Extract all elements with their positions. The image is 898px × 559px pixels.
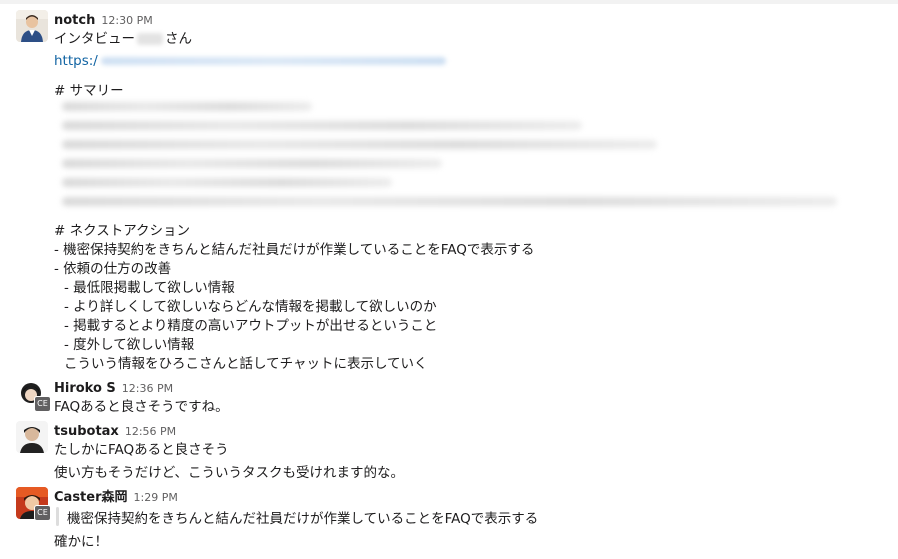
message-line: こういう情報をひろこさんと話してチャットに表示していく: [64, 356, 428, 372]
text-segment: インタビュー: [54, 31, 135, 47]
quote-bar: [56, 507, 59, 526]
timestamp[interactable]: 12:56 PM: [125, 425, 176, 438]
author-name[interactable]: tsubotax: [54, 424, 119, 439]
author-name[interactable]: Caster森岡: [54, 490, 128, 505]
message-line: 使い方もそうだけど、こういうタスクも受けれます的な。: [54, 465, 405, 481]
message-line: インタビュー さん: [54, 27, 192, 47]
redacted-summary-line: [62, 159, 442, 168]
quoted-text: 機密保持契約をきちんと結んだ社員だけが作業していることをFAQで表示する: [67, 511, 539, 527]
summary-heading: # サマリー: [54, 83, 124, 99]
timestamp[interactable]: 12:30 PM: [101, 14, 152, 27]
author-name[interactable]: notch: [54, 13, 95, 28]
redacted-summary-line: [62, 121, 582, 130]
timestamp[interactable]: 12:36 PM: [122, 382, 173, 395]
message-line: - 掲載するとより精度の高いアウトプットが出せるということ: [64, 318, 438, 334]
redacted-name: [137, 33, 163, 45]
next-action-heading: # ネクストアクション: [54, 223, 191, 239]
author-name[interactable]: Hiroko S: [54, 381, 116, 396]
message-line: - 機密保持契約をきちんと結んだ社員だけが作業していることをFAQで表示する: [54, 242, 535, 258]
redacted-summary-line: [62, 102, 312, 111]
badge-ce: CE: [34, 505, 51, 521]
message-line: - 度外して欲しい情報: [64, 337, 195, 353]
timestamp[interactable]: 1:29 PM: [134, 491, 178, 504]
top-bar: [0, 0, 898, 4]
message-line: たしかにFAQあると良さそう: [54, 442, 229, 458]
avatar-notch[interactable]: [16, 10, 48, 42]
url-link[interactable]: https:/: [54, 53, 98, 69]
avatar-tsubotax[interactable]: [16, 421, 48, 453]
message-line: 確かに！: [54, 534, 108, 550]
text-segment: さん: [165, 31, 192, 47]
message-line: - 依頼の仕方の改善: [54, 261, 172, 277]
redacted-summary-line: [62, 140, 657, 149]
redacted-summary-line: [62, 178, 392, 187]
badge-ce: CE: [34, 396, 51, 412]
redacted-url: [100, 57, 446, 65]
redacted-summary-line: [62, 197, 837, 206]
message-line: - より詳しくして欲しいならどんな情報を掲載して欲しいのか: [64, 299, 437, 315]
message-line: - 最低限掲載して欲しい情報: [64, 280, 235, 296]
message-link-line[interactable]: https:/: [54, 53, 446, 69]
message-line: FAQあると良さそうですね。: [54, 399, 229, 415]
